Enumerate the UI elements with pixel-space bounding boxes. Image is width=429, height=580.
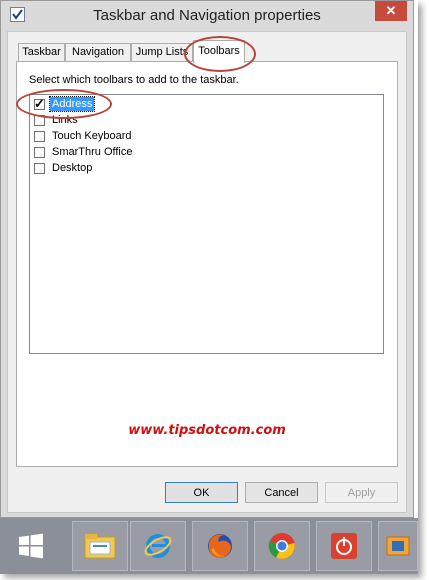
window-title: Taskbar and Navigation properties: [93, 7, 321, 24]
tab-taskbar[interactable]: Taskbar: [18, 43, 65, 62]
ok-button[interactable]: OK: [165, 482, 238, 503]
close-button[interactable]: ✕: [375, 1, 407, 21]
internet-explorer-icon: [144, 534, 172, 558]
overflow-app-icon: [386, 536, 410, 556]
watermark-text: www.tipsdotcom.com: [128, 423, 286, 438]
list-item-desktop[interactable]: Desktop: [34, 160, 94, 176]
chrome-button[interactable]: [254, 521, 310, 571]
power-app-button[interactable]: [316, 521, 372, 571]
list-item-label: Links: [52, 114, 78, 126]
windows-taskbar: [0, 518, 418, 574]
list-item-address[interactable]: ✓ Address: [34, 95, 96, 112]
file-explorer-icon: [84, 534, 116, 559]
toolbars-tab-panel: Select which toolbars to add to the task…: [16, 61, 398, 467]
close-icon: ✕: [385, 3, 397, 18]
start-windows-icon: [19, 533, 43, 559]
instruction-text: Select which toolbars to add to the task…: [29, 74, 239, 86]
cancel-button[interactable]: Cancel: [245, 482, 318, 503]
tab-toolbars[interactable]: Toolbars: [193, 40, 245, 63]
tab-navigation[interactable]: Navigation: [65, 43, 131, 62]
internet-explorer-button[interactable]: [130, 521, 186, 571]
chrome-icon: [268, 533, 295, 559]
smarthru-office-checkbox[interactable]: [34, 146, 45, 158]
desktop-checkbox[interactable]: [34, 162, 45, 174]
touch-keyboard-checkbox[interactable]: [34, 130, 45, 142]
list-item-label: Touch Keyboard: [52, 130, 132, 142]
start-button[interactable]: [0, 518, 62, 574]
toolbars-listbox[interactable]: ✓ Address Links Touch Keyboard SmarThru …: [29, 94, 384, 354]
list-item-label: Desktop: [52, 162, 93, 174]
tab-jump-lists[interactable]: Jump Lists: [131, 43, 193, 62]
apply-button[interactable]: Apply: [325, 482, 398, 503]
checkmark-icon: ✓: [34, 95, 45, 111]
list-item-label: Address: [48, 96, 96, 112]
list-item-label: SmarThru Office: [52, 146, 133, 158]
properties-window: Taskbar and Navigation properties ✕ Task…: [0, 0, 414, 518]
list-item-smarthru-office[interactable]: SmarThru Office: [34, 144, 135, 160]
address-checkbox[interactable]: ✓: [34, 95, 45, 111]
firefox-icon: [208, 534, 232, 559]
overflow-app-button[interactable]: [378, 521, 418, 571]
firefox-button[interactable]: [192, 521, 248, 571]
title-bar[interactable]: Taskbar and Navigation properties ✕: [1, 1, 413, 31]
file-explorer-button[interactable]: [72, 521, 128, 571]
list-item-touch-keyboard[interactable]: Touch Keyboard: [34, 128, 134, 144]
list-item-links[interactable]: Links: [34, 112, 80, 128]
power-app-icon: [331, 533, 357, 559]
links-checkbox[interactable]: [34, 114, 45, 126]
dialog-client-area: Taskbar Navigation Jump Lists Toolbars S…: [7, 31, 407, 513]
